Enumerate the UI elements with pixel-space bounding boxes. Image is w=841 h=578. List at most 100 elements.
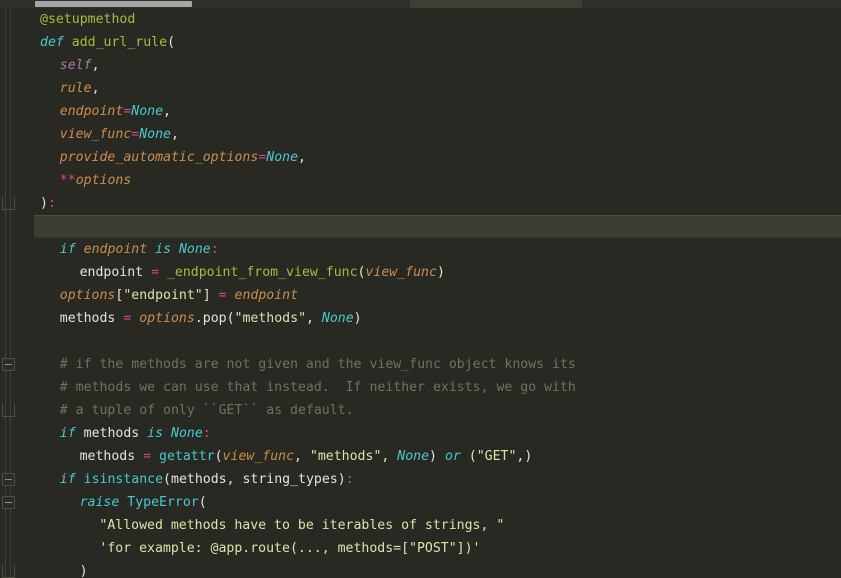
- code-line[interactable]: def add_url_rule(: [0, 31, 841, 54]
- token-plain: methods: [75, 426, 148, 441]
- token-op: **: [59, 173, 76, 188]
- gutter-guide-line-1: [5, 8, 6, 578]
- code-line[interactable]: [0, 215, 841, 238]
- token-str: "methods": [309, 449, 382, 464]
- horizontal-scrollbar-track[interactable]: [0, 0, 841, 8]
- code-line[interactable]: [0, 330, 841, 353]
- code-line[interactable]: if methods is None:: [0, 422, 841, 445]
- token-class: TypeError: [127, 495, 199, 510]
- code-line[interactable]: # a tuple of only ``GET`` as default.: [0, 399, 841, 422]
- token-str: "endpoint": [123, 288, 203, 303]
- token-self: self: [59, 58, 92, 73]
- token-kw: if: [59, 426, 76, 441]
- code-line[interactable]: **options: [0, 169, 841, 192]
- token-none: None: [321, 311, 354, 326]
- token-kw: raise: [79, 495, 120, 510]
- token-kw: is: [155, 242, 172, 257]
- code-text-area[interactable]: @setupmethod def add_url_rule(self, rule, e…: [0, 8, 841, 578]
- token-param: view_func: [365, 265, 437, 280]
- code-line[interactable]: endpoint=None,: [0, 100, 841, 123]
- code-fold-end-icon[interactable]: [2, 565, 15, 578]
- code-fold-start-icon[interactable]: [2, 358, 15, 371]
- token-punc: ): [353, 311, 362, 326]
- code-line[interactable]: ):: [0, 192, 841, 215]
- token-colon: :: [47, 196, 56, 211]
- token-punc: (: [226, 311, 235, 326]
- token-punc: ): [79, 564, 88, 578]
- token-none: None: [266, 150, 299, 165]
- code-fold-start-icon[interactable]: [2, 473, 15, 486]
- code-editor-window: @setupmethod def add_url_rule(self, rule, e…: [0, 0, 841, 578]
- code-line[interactable]: methods = getattr(view_func, "methods", …: [0, 445, 841, 468]
- token-punc: ,: [298, 150, 306, 165]
- code-line[interactable]: 'for example: @app.route(..., methods=["…: [0, 537, 841, 560]
- gutter-guide-line-2: [10, 8, 11, 578]
- token-punc: ,: [306, 311, 322, 326]
- token-punc: ]: [202, 288, 219, 303]
- code-line[interactable]: self,: [0, 54, 841, 77]
- token-plain: endpoint: [79, 265, 152, 280]
- code-fold-start-icon[interactable]: [2, 496, 15, 509]
- token-kw: if: [59, 242, 76, 257]
- token-op: =: [143, 449, 152, 464]
- token-param: endpoint: [83, 242, 148, 257]
- token-punc: (: [167, 35, 176, 50]
- token-op: =: [151, 265, 160, 280]
- token-plain: pop: [202, 311, 227, 326]
- token-punc: ): [40, 196, 48, 211]
- code-line[interactable]: # methods we can use that instead. If ne…: [0, 376, 841, 399]
- token-param: endpoint: [59, 104, 124, 119]
- token-none: None: [171, 426, 203, 441]
- code-line[interactable]: methods = options.pop("methods", None): [0, 307, 841, 330]
- code-line[interactable]: ): [0, 560, 841, 578]
- token-colon: :: [345, 472, 354, 487]
- token-kw: def: [40, 35, 64, 50]
- token-colon: :: [202, 426, 211, 441]
- token-str: 'for example: @app.route(..., methods=["…: [99, 541, 481, 556]
- code-line[interactable]: rule,: [0, 77, 841, 100]
- token-param: rule: [59, 81, 92, 96]
- editor-gutter: [0, 8, 34, 578]
- code-line[interactable]: provide_automatic_options=None,: [0, 146, 841, 169]
- token-punc: (: [163, 472, 171, 487]
- token-param: options: [59, 288, 116, 303]
- code-fold-end-icon[interactable]: [2, 404, 15, 417]
- token-punc: ): [429, 449, 445, 464]
- token-punc: ,): [516, 449, 533, 464]
- code-line[interactable]: endpoint = _endpoint_from_view_func(view…: [0, 261, 841, 284]
- token-param: options: [75, 173, 132, 188]
- code-line[interactable]: raise TypeError(: [0, 491, 841, 514]
- horizontal-scrollbar-thumb[interactable]: [35, 1, 192, 7]
- token-punc: (: [198, 495, 207, 510]
- code-line[interactable]: @setupmethod: [0, 8, 841, 31]
- code-line[interactable]: options["endpoint"] = endpoint: [0, 284, 841, 307]
- token-builtin: isinstance: [83, 472, 164, 487]
- token-fn: add_url_rule: [71, 35, 168, 50]
- code-line[interactable]: # if the methods are not given and the v…: [0, 353, 841, 376]
- code-line[interactable]: if isinstance(methods, string_types):: [0, 468, 841, 491]
- code-line[interactable]: view_func=None,: [0, 123, 841, 146]
- token-colon: :: [210, 242, 219, 257]
- token-punc: ,: [91, 81, 100, 96]
- token-none: None: [131, 104, 164, 119]
- token-none: None: [139, 127, 171, 142]
- token-punc: .: [194, 311, 203, 326]
- token-punc: (: [460, 449, 477, 464]
- token-plain: methods: [79, 449, 144, 464]
- code-line[interactable]: "Allowed methods have to be iterables of…: [0, 514, 841, 537]
- code-fold-end-icon[interactable]: [2, 197, 15, 210]
- token-str: "methods": [234, 311, 307, 326]
- code-line[interactable]: if endpoint is None:: [0, 238, 841, 261]
- token-builtin: getattr: [159, 449, 215, 464]
- token-none: None: [178, 242, 211, 257]
- token-comment: # a tuple of only ``GET`` as default.: [59, 403, 354, 418]
- token-kw: if: [59, 472, 76, 487]
- scrollbar-region-marker: [410, 0, 582, 8]
